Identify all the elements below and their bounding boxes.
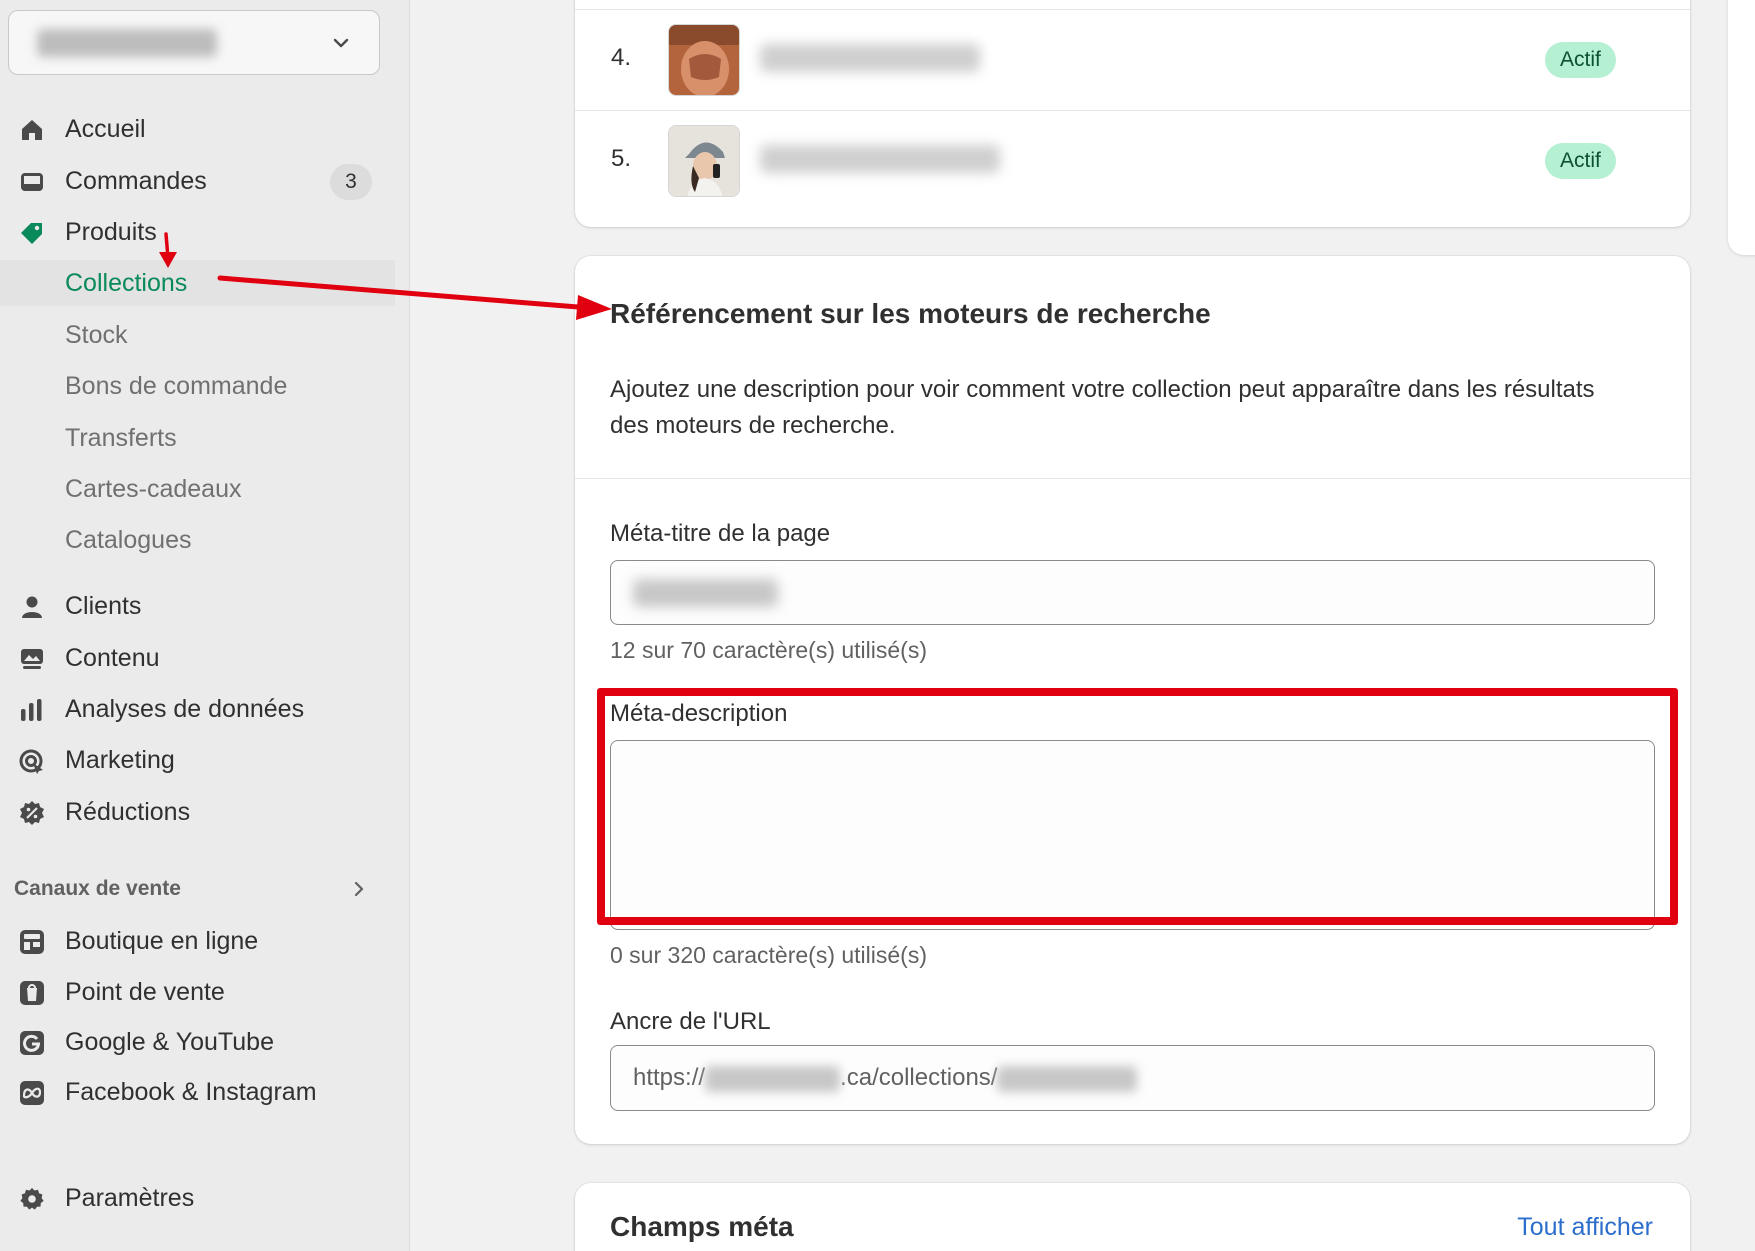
table-row[interactable]: 4. Actif (575, 9, 1690, 110)
google-icon (20, 1031, 44, 1055)
sidebar-item-accueil[interactable]: Accueil (0, 106, 395, 152)
seo-card-description: Ajoutez une description pour voir commen… (610, 376, 1595, 439)
pos-icon (20, 981, 44, 1005)
sidebar-item-label: Bons de commande (65, 371, 288, 400)
sales-channels-heading: Canaux de vente (14, 877, 181, 900)
inbox-icon (21, 173, 43, 191)
sidebar-item-label: Collections (65, 268, 188, 297)
meta-title-char-count: 12 sur 70 caractère(s) utilisé(s) (610, 637, 927, 663)
sidebar-item-cartes-cadeaux[interactable]: Cartes-cadeaux (0, 466, 395, 512)
sidebar-item-collections[interactable]: Collections (0, 260, 395, 306)
store-selector[interactable] (8, 10, 380, 75)
url-domain-blurred (705, 1065, 841, 1092)
meta-title-value (633, 579, 778, 607)
sidebar-item-parametres[interactable]: Paramètres (0, 1175, 395, 1221)
sidebar-item-label: Catalogues (65, 525, 192, 554)
sidebar-item-label: Produits (65, 217, 157, 246)
sidebar-item-label: Boutique en ligne (65, 926, 259, 955)
sidebar-item-label: Réductions (65, 797, 191, 826)
meta-title-label: Méta-titre de la page (610, 520, 831, 547)
orders-count-badge: 3 (330, 164, 372, 200)
store-name (37, 29, 217, 57)
person-icon (22, 596, 42, 618)
sidebar-item-label: Stock (65, 320, 128, 349)
sidebar-item-label: Paramètres (65, 1183, 195, 1212)
meta-icon (20, 1081, 44, 1105)
sidebar-item-transferts[interactable]: Transferts (0, 415, 395, 461)
sidebar-item-bons-de-commande[interactable]: Bons de commande (0, 363, 395, 409)
meta-description-label: Méta-description (610, 700, 788, 727)
sidebar-item-label: Facebook & Instagram (65, 1077, 317, 1106)
chevron-down-icon (333, 38, 349, 48)
sidebar-item-label: Clients (65, 591, 142, 620)
divider (575, 478, 1690, 479)
metafields-card: Champs méta Tout afficher (575, 1183, 1690, 1251)
sidebar-item-produits[interactable]: Produits (0, 209, 395, 255)
chevron-right-icon[interactable] (348, 878, 370, 900)
url-handle-input[interactable]: https:// .ca/collections/ (610, 1045, 1655, 1111)
url-handle-value: https:// .ca/collections/ (633, 1064, 1138, 1092)
product-thumbnail (668, 125, 740, 197)
product-name (760, 44, 980, 72)
sidebar: Accueil Commandes 3 Produits Collections… (0, 0, 410, 1251)
meta-description-char-count: 0 sur 320 caractère(s) utilisé(s) (610, 942, 927, 968)
seo-card: Référencement sur les moteurs de recherc… (575, 256, 1690, 1144)
sidebar-item-catalogues[interactable]: Catalogues (0, 517, 395, 563)
sidebar-item-label: Cartes-cadeaux (65, 474, 242, 503)
product-thumbnail (668, 24, 740, 96)
status-badge: Actif (1545, 42, 1616, 78)
discount-icon (20, 801, 44, 825)
url-middle: .ca/collections/ (840, 1064, 998, 1091)
sidebar-item-label: Google & YouTube (65, 1027, 274, 1056)
sidebar-item-google-youtube[interactable]: Google & YouTube (0, 1019, 395, 1065)
tag-icon (21, 223, 42, 244)
meta-title-input[interactable] (610, 560, 1655, 625)
metafields-title: Champs méta (610, 1211, 794, 1242)
sidebar-item-stock[interactable]: Stock (0, 312, 395, 358)
sidebar-item-label: Analyses de données (65, 694, 305, 723)
url-handle-label: Ancre de l'URL (610, 1008, 771, 1035)
product-name (760, 145, 1000, 173)
url-slug-blurred (997, 1065, 1138, 1092)
sidebar-item-label: Commandes (65, 166, 207, 195)
seo-card-title: Référencement sur les moteurs de recherc… (610, 298, 1211, 329)
sidebar-item-label: Contenu (65, 643, 160, 672)
content-icon (21, 649, 43, 669)
home-icon (22, 120, 42, 140)
sidebar-item-label: Accueil (65, 114, 146, 143)
storefront-icon (20, 930, 44, 954)
meta-description-textarea[interactable] (610, 740, 1655, 930)
sidebar-item-marketing[interactable]: Marketing (0, 737, 395, 783)
product-index: 4. (611, 44, 632, 71)
sidebar-item-contenu[interactable]: Contenu (0, 635, 395, 681)
sidebar-item-label: Marketing (65, 745, 175, 774)
gear-icon (20, 1188, 44, 1210)
view-all-link[interactable]: Tout afficher (1517, 1213, 1653, 1242)
sidebar-item-boutique-en-ligne[interactable]: Boutique en ligne (0, 918, 395, 964)
status-badge: Actif (1545, 143, 1616, 179)
sidebar-item-label: Transferts (65, 423, 177, 452)
sidebar-item-point-de-vente[interactable]: Point de vente (0, 969, 395, 1015)
product-index: 5. (611, 145, 632, 172)
url-prefix: https:// (633, 1064, 706, 1091)
bar-chart-icon (21, 699, 42, 721)
sidebar-item-commandes[interactable]: Commandes 3 (0, 158, 395, 204)
sidebar-item-reductions[interactable]: Réductions (0, 789, 395, 835)
sidebar-item-analyses[interactable]: Analyses de données (0, 686, 395, 732)
table-row[interactable]: 5. Actif (575, 110, 1690, 211)
side-panel-card (1728, 0, 1755, 255)
sidebar-item-facebook-instagram[interactable]: Facebook & Instagram (0, 1069, 395, 1115)
collection-products-card: 4. Actif 5. Actif (575, 0, 1690, 227)
target-icon (19, 749, 43, 774)
sidebar-item-label: Point de vente (65, 977, 225, 1006)
sidebar-item-clients[interactable]: Clients (0, 583, 395, 629)
